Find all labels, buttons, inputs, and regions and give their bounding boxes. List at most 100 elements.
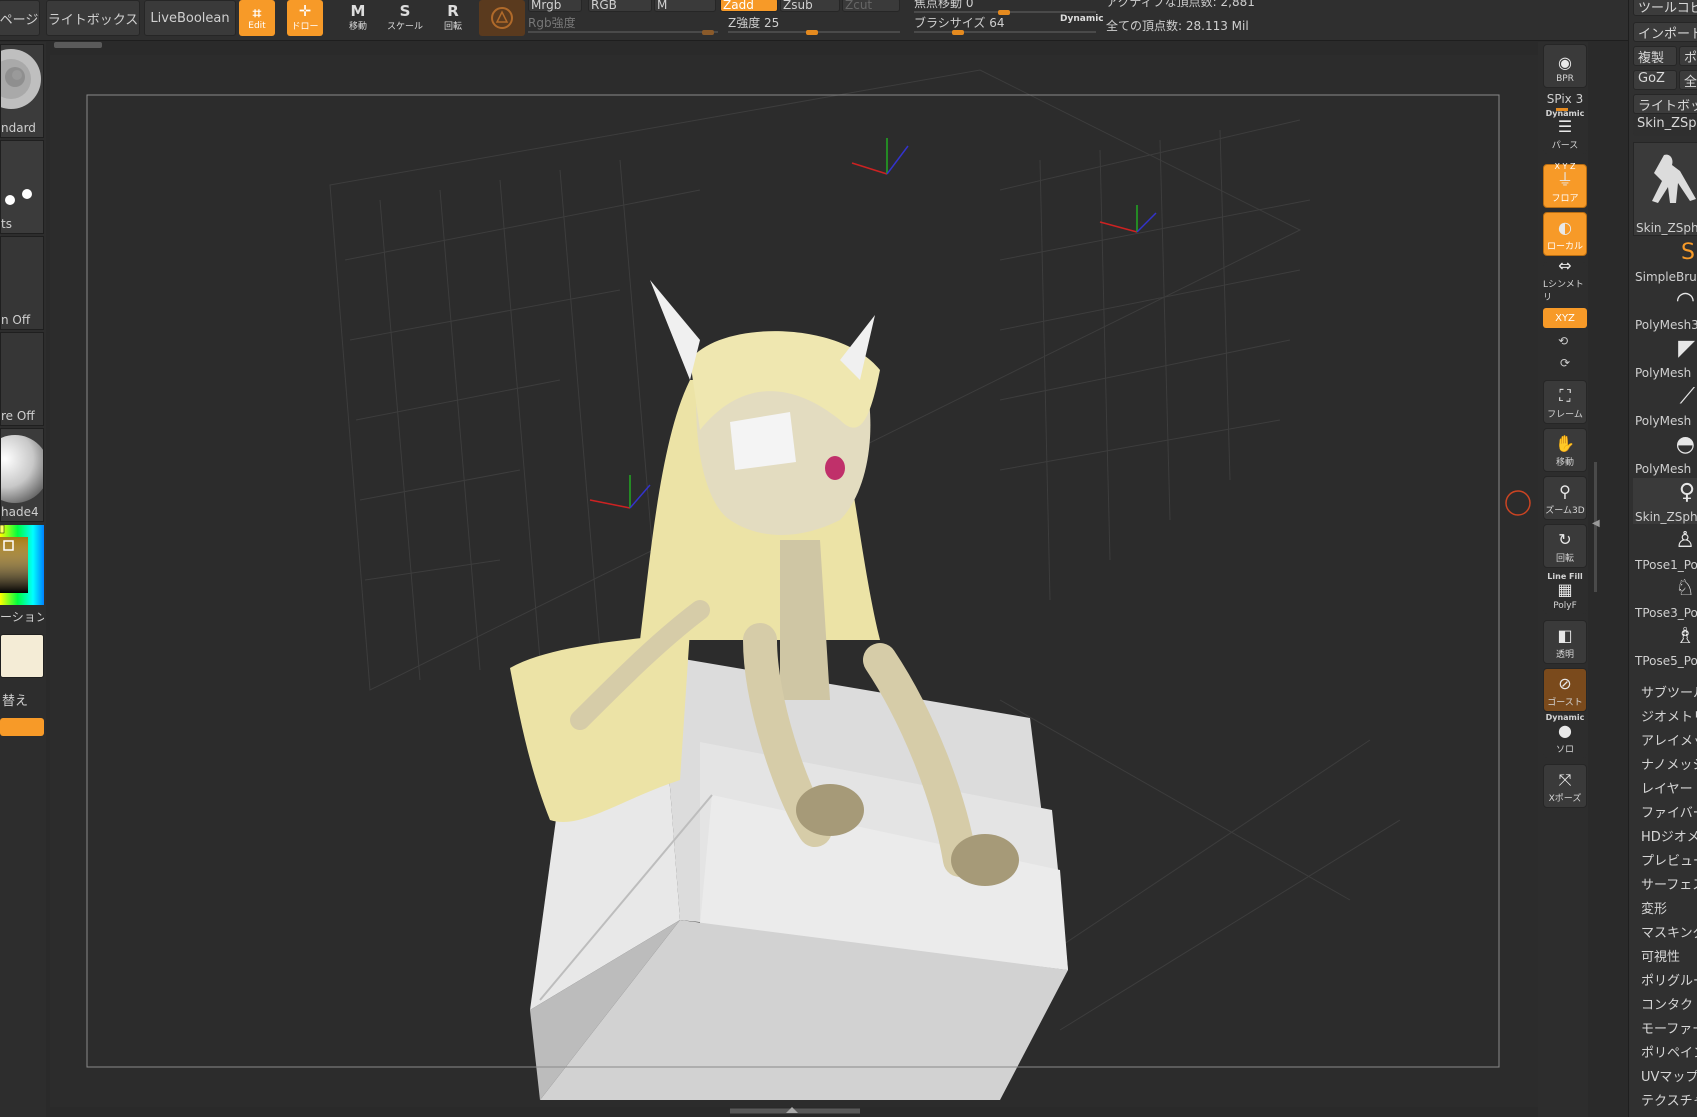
polyf-label: PolyF [1553, 601, 1577, 611]
xpose-icon: ⤧ [1558, 770, 1572, 789]
ghost-icon: ⊘ [1558, 674, 1572, 693]
goz-button[interactable]: GoZ [1633, 70, 1677, 90]
all-button[interactable]: 全 [1679, 70, 1697, 90]
spix-slider[interactable]: SPix 3 [1540, 92, 1590, 106]
menu-masking[interactable]: マスキング [1641, 922, 1697, 941]
lsym-button[interactable]: ⇔ Lシンメトリ [1543, 257, 1587, 306]
tool-polymesh-a-label: PolyMesh [1635, 366, 1692, 380]
menu-morph-target[interactable]: モーファー [1641, 1018, 1697, 1037]
linefill-button[interactable]: Line Fill ▦ PolyF [1543, 570, 1587, 614]
bpr-label: BPR [1556, 74, 1574, 84]
pivot-marker-icon [1505, 490, 1531, 516]
clone-button[interactable]: 複製 [1633, 46, 1677, 66]
move-view-button[interactable]: ✋ 移動 [1543, 428, 1587, 472]
menu-polygroups[interactable]: ポリグループ [1641, 970, 1697, 989]
perspective-icon: ☰ [1557, 117, 1573, 136]
solo-label: ソロ [1555, 745, 1574, 755]
floor-icon: ⏚ [1556, 170, 1573, 189]
z-rotate-icon[interactable]: ⟳ [1560, 356, 1570, 370]
transparency-icon: ◧ [1557, 626, 1573, 645]
menu-layers[interactable]: レイヤー [1641, 778, 1693, 797]
local-label: ローカル [1546, 242, 1583, 252]
skin-zsphere-icon: ♀ [1678, 480, 1695, 505]
current-tool-caption: Skin_ZSphere [1636, 221, 1697, 235]
menu-uv-map[interactable]: UVマップ [1641, 1066, 1697, 1085]
ghost-button[interactable]: ⊘ ゴースト [1543, 668, 1587, 712]
menu-contact[interactable]: コンタクト [1641, 994, 1697, 1013]
bpr-button[interactable]: ◉ BPR [1543, 44, 1587, 88]
tool-polymesh3d-label: PolyMesh3D [1635, 318, 1697, 332]
polymesh-button[interactable]: ポ [1679, 46, 1697, 66]
menu-preview[interactable]: プレビュー [1641, 850, 1697, 869]
xyz-rotate-button[interactable]: XYZ [1543, 308, 1587, 328]
collapse-arrow-icon[interactable]: ◀ [1592, 518, 1600, 529]
frame-label: フレーム [1547, 410, 1583, 420]
transparency-button[interactable]: ◧ 透明 [1543, 620, 1587, 664]
tool-tpose5-label: TPose5_Po [1635, 654, 1697, 668]
import-button[interactable]: インポート [1633, 22, 1697, 42]
zoom3d-button[interactable]: ⚲ ズーム3D [1543, 476, 1587, 520]
tool-polymesh3d[interactable]: ◠ PolyMesh3D [1633, 286, 1697, 332]
lsym-icon: ⇔ [1558, 256, 1572, 275]
floor-button[interactable]: X Y Z ⏚ フロア [1543, 162, 1587, 208]
lsym-label: Lシンメトリ [1543, 280, 1584, 303]
tool-skin-zsphere[interactable]: ♀ Skin_ZSphere [1633, 478, 1697, 524]
menu-polypaint[interactable]: ポリペイント [1641, 1042, 1697, 1061]
tool-polymesh-b-label: PolyMesh [1635, 414, 1692, 428]
tool-tpose1[interactable]: ♙ TPose1_Po [1633, 526, 1697, 572]
tool-simplebrush-label: SimpleBrush [1635, 270, 1697, 284]
current-tool-label: Skin_ZSphere [1637, 116, 1697, 131]
zoom3d-label: ズーム3D [1545, 506, 1585, 516]
menu-subtool[interactable]: サブツール [1641, 682, 1697, 701]
perspective-button[interactable]: Dynamic ☰ パース [1543, 109, 1587, 154]
menu-fibermesh[interactable]: ファイバー [1641, 802, 1697, 821]
tpose1-icon: ♙ [1675, 528, 1695, 553]
menu-geometry[interactable]: ジオメトリ [1641, 706, 1697, 725]
tool-polymesh-b[interactable]: ⟋ PolyMesh [1633, 382, 1697, 428]
frame-icon: ⛶ [1559, 386, 1571, 405]
zoom-icon: ⚲ [1559, 482, 1571, 501]
menu-surface[interactable]: サーフェス [1641, 874, 1697, 893]
polymesh-c-icon: ◓ [1675, 432, 1695, 457]
tool-tpose5[interactable]: ♗ TPose5_Po [1633, 622, 1697, 668]
frame-button[interactable]: ⛶ フレーム [1543, 380, 1587, 424]
tool-tpose1-label: TPose1_Po [1635, 558, 1697, 572]
floor-label: フロア [1551, 194, 1579, 204]
current-tool-thumb[interactable]: Skin_ZSphere [1633, 142, 1697, 236]
tool-copy-button[interactable]: ツールコピー [1633, 0, 1697, 16]
menu-deformation[interactable]: 変形 [1641, 898, 1667, 917]
tool-polymesh-c-label: PolyMesh [1635, 462, 1692, 476]
tool-polymesh-c[interactable]: ◓ PolyMesh [1633, 430, 1697, 476]
rotate-view-label: 回転 [1555, 554, 1574, 564]
all-label: 全 [1684, 75, 1697, 90]
clone-label: 複製 [1638, 51, 1665, 66]
rotate-view-icon: ↻ [1558, 530, 1572, 549]
perspective-label: パース [1551, 141, 1579, 151]
tool-polymesh-a[interactable]: ◤ PolyMesh [1633, 334, 1697, 380]
tool-simplebrush[interactable]: S SimpleBrush [1633, 238, 1697, 284]
polymesh-b-icon: ⟋ [1679, 384, 1695, 409]
polyframe-icon: ▦ [1557, 580, 1573, 599]
move-view-label: 移動 [1555, 458, 1574, 468]
tool-tpose3[interactable]: ♘ TPose3_Po [1633, 574, 1697, 620]
menu-nanomesh[interactable]: ナノメッシュ [1641, 754, 1697, 773]
menu-arraymesh[interactable]: アレイメッシュ [1641, 730, 1697, 749]
solo-icon: ● [1558, 721, 1572, 740]
polymesh3d-icon: ◠ [1675, 288, 1695, 313]
bpr-icon: ◉ [1558, 53, 1572, 72]
xpose-button[interactable]: ⤧ Xポーズ [1543, 764, 1587, 808]
local-button[interactable]: ◐ ローカル [1543, 212, 1587, 256]
polymesh-label: ポ [1684, 51, 1697, 66]
tool-lightbox-button[interactable]: ライトボックス [1633, 94, 1697, 114]
hand-icon: ✋ [1555, 434, 1575, 453]
rotate-view-button[interactable]: ↻ 回転 [1543, 524, 1587, 568]
polymesh-a-icon: ◤ [1678, 336, 1695, 361]
menu-visibility[interactable]: 可視性 [1641, 946, 1680, 965]
ghost-label: ゴースト [1547, 698, 1583, 708]
menu-texture-map[interactable]: テクスチャ [1641, 1090, 1697, 1109]
current-tool-name: Skin_ZSphere [1633, 116, 1697, 136]
simplebrush-icon: S [1681, 240, 1695, 265]
y-rotate-icon[interactable]: ⟲ [1558, 334, 1568, 348]
solo-button[interactable]: Dynamic ● ソロ [1543, 713, 1587, 758]
menu-hd-geometry[interactable]: HDジオメトリ [1641, 826, 1697, 845]
